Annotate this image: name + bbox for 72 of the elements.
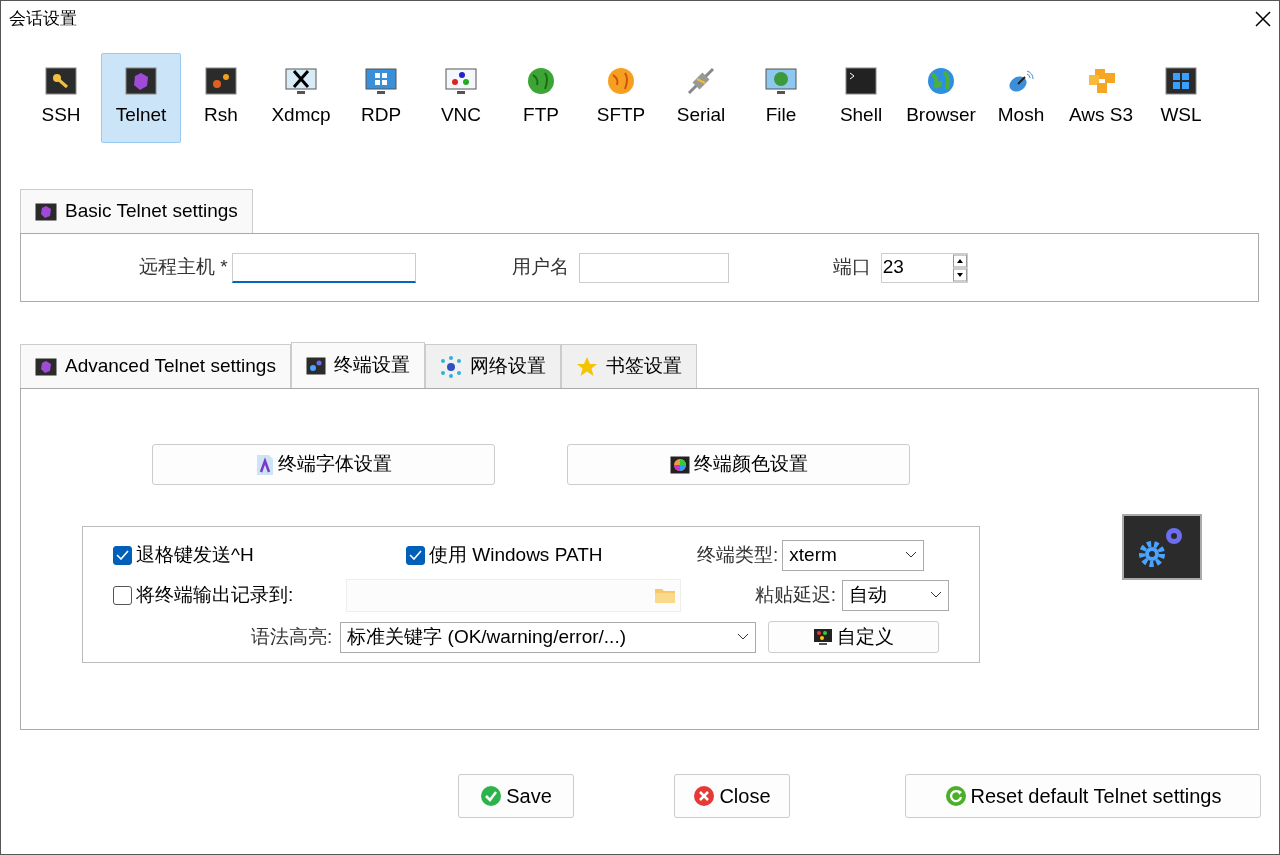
session-type-button[interactable]: Telnet <box>101 53 181 143</box>
chevron-icon <box>737 633 750 641</box>
font-settings-button[interactable]: 终端字体设置 <box>152 444 495 485</box>
color-wheel-icon <box>669 455 690 474</box>
terminal-icon <box>845 66 877 95</box>
refresh-icon <box>944 785 967 807</box>
check-icon <box>480 785 503 807</box>
checkbox[interactable] <box>406 545 425 565</box>
settings-tab[interactable]: 终端设置 <box>290 342 425 388</box>
session-type-button[interactable]: Shell <box>821 53 901 143</box>
field-label: 粘贴延迟: <box>754 582 836 607</box>
globe-icon <box>525 66 557 95</box>
syntax-highlight-dropdown[interactable]: 标准关键字 (OK/warning/error/...) <box>340 621 757 653</box>
session-type-button[interactable]: Serial <box>661 53 741 143</box>
field-label: 端口 <box>832 255 871 280</box>
font-icon <box>255 453 274 476</box>
field-label: 远程主机 * <box>139 255 228 280</box>
field-label: 语法高亮: <box>251 624 333 649</box>
session-type-button[interactable]: Browser <box>901 53 981 143</box>
key-icon <box>45 66 77 95</box>
globe-icon <box>605 66 637 95</box>
globe-icon <box>925 66 957 95</box>
close-icon[interactable] <box>1255 11 1271 27</box>
window-title: 会话设置 <box>9 8 77 31</box>
session-type-button[interactable]: VNC <box>421 53 501 143</box>
session-type-button[interactable]: FTP <box>501 53 581 143</box>
settings-tab[interactable]: Advanced Telnet settings <box>20 344 291 388</box>
close-icon <box>693 785 716 807</box>
x-monitor-icon <box>285 66 317 95</box>
session-type-button[interactable]: RDP <box>341 53 421 143</box>
gem-icon <box>35 202 57 221</box>
save-button[interactable]: Save <box>458 774 574 818</box>
checkbox-label: 将终端输出记录到: <box>136 582 295 607</box>
username-field[interactable] <box>578 252 729 283</box>
session-type-button[interactable]: Mosh <box>981 53 1061 143</box>
session-type-button[interactable]: Xdmcp <box>261 53 341 143</box>
port-spinner[interactable]: 23 <box>880 252 968 283</box>
gem-icon <box>125 66 157 95</box>
reset-button[interactable]: Reset default Telnet settings <box>905 774 1261 818</box>
checkbox[interactable] <box>113 545 132 565</box>
close-button[interactable]: Close <box>674 774 790 818</box>
windows-monitor-icon <box>365 66 397 95</box>
settings-tab[interactable]: 网络设置 <box>424 344 561 388</box>
paste-delay-dropdown[interactable]: 自动 <box>842 579 949 611</box>
session-type-button[interactable]: SFTP <box>581 53 661 143</box>
network-icon <box>439 355 462 378</box>
settings-tab[interactable]: 书签设置 <box>560 344 697 388</box>
plug-icon <box>685 66 717 95</box>
star-icon <box>575 356 598 377</box>
color-settings-button[interactable]: 终端颜色设置 <box>567 444 910 485</box>
monitor-globe-icon <box>765 66 797 95</box>
terminal-type-dropdown[interactable]: xterm <box>782 539 925 571</box>
remote-host-field[interactable] <box>231 252 416 283</box>
chevron-icon <box>905 551 918 559</box>
windows-icon <box>1165 66 1197 95</box>
checkbox[interactable] <box>113 585 132 605</box>
chevron-icon <box>930 591 942 599</box>
session-type-button[interactable]: Aws S3 <box>1061 53 1141 143</box>
checkbox-label: 退格键发送^H <box>136 542 255 567</box>
field-label: 终端类型: <box>697 542 779 567</box>
spin-arrows-icon[interactable] <box>952 253 967 282</box>
customize-button[interactable]: 自定义 <box>768 621 940 653</box>
checkbox-label: 使用 Windows PATH <box>429 542 604 567</box>
monitor-icon <box>813 628 834 646</box>
session-type-button[interactable]: SSH <box>21 53 101 143</box>
session-type-button[interactable]: WSL <box>1141 53 1221 143</box>
field-label: 用户名 <box>511 255 569 280</box>
session-type-button[interactable]: Rsh <box>181 53 261 143</box>
log-path-field[interactable] <box>346 578 681 612</box>
vnc-monitor-icon <box>445 66 477 95</box>
gem-icon <box>35 357 57 376</box>
session-type-button[interactable]: File <box>741 53 821 143</box>
